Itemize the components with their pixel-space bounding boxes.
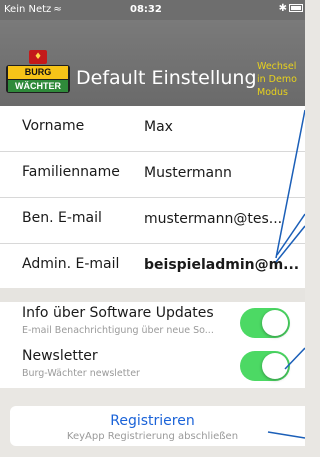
register-button[interactable]: Registrieren KeyApp Registrierung abschl… xyxy=(10,406,305,446)
demo-note-line: Wechsel xyxy=(257,61,297,72)
newsletter-toggle[interactable] xyxy=(240,351,290,381)
section-divider xyxy=(0,288,305,302)
bluetooth-icon: ✱ xyxy=(278,3,287,14)
toggle-label: Info über Software Updates xyxy=(22,305,214,321)
toggle-row-software-updates: Info über Software Updates E-mail Benach… xyxy=(0,302,305,345)
brand-logo: ♦ BURG WÄCHTER xyxy=(6,50,70,95)
shield-icon: ♦ xyxy=(29,50,47,64)
field-label: Familienname xyxy=(22,164,120,180)
status-bar: Kein Netz ≈ 08:32 ✱ xyxy=(0,0,305,20)
carrier-label: Kein Netz ≈ xyxy=(4,4,62,15)
admin-email-field[interactable]: beispieladmin@m... xyxy=(144,257,299,273)
battery-icon xyxy=(289,4,303,12)
software-updates-toggle[interactable] xyxy=(240,308,290,338)
demo-mode-switch[interactable]: Wechsel in Demo Modus xyxy=(257,60,305,99)
register-sublabel: KeyApp Registrierung abschließen xyxy=(66,431,239,442)
logo-text-bottom: WÄCHTER xyxy=(8,80,68,92)
form-row-admin-email[interactable]: Admin. E-mail beispieladmin@m... xyxy=(0,244,305,290)
vorname-field[interactable]: Max xyxy=(144,119,173,135)
demo-note-line: in Demo xyxy=(257,74,297,85)
register-label: Registrieren xyxy=(110,413,195,429)
header: ♦ BURG WÄCHTER Default Einstellung Wechs… xyxy=(0,20,305,106)
clock: 08:32 xyxy=(130,4,162,15)
field-label: Ben. E-mail xyxy=(22,210,102,226)
logo-text-top: BURG xyxy=(8,66,68,79)
toggle-label: Newsletter xyxy=(22,348,98,364)
settings-toggles: Info über Software Updates E-mail Benach… xyxy=(0,302,305,388)
status-icons: ✱ xyxy=(279,3,303,14)
toggle-row-newsletter: Newsletter Burg-Wächter newsletter xyxy=(0,345,305,388)
ben-email-field[interactable]: mustermann@tes... xyxy=(144,211,282,227)
field-label: Admin. E-mail xyxy=(22,256,120,272)
page-title: Default Einstellung xyxy=(76,67,257,89)
familienname-field[interactable]: Mustermann xyxy=(144,165,232,181)
field-label: Vorname xyxy=(22,118,85,134)
form-row-familienname[interactable]: Familienname Mustermann xyxy=(0,152,305,198)
form-row-vorname[interactable]: Vorname Max xyxy=(0,106,305,152)
wifi-icon: ≈ xyxy=(53,4,62,15)
demo-note-line: Modus xyxy=(257,87,289,98)
user-form: Vorname Max Familienname Mustermann Ben.… xyxy=(0,106,305,288)
form-row-ben-email[interactable]: Ben. E-mail mustermann@tes... xyxy=(0,198,305,244)
toggle-sublabel: Burg-Wächter newsletter xyxy=(22,368,140,379)
toggle-sublabel: E-mail Benachrichtigung über neue So... xyxy=(22,325,214,336)
